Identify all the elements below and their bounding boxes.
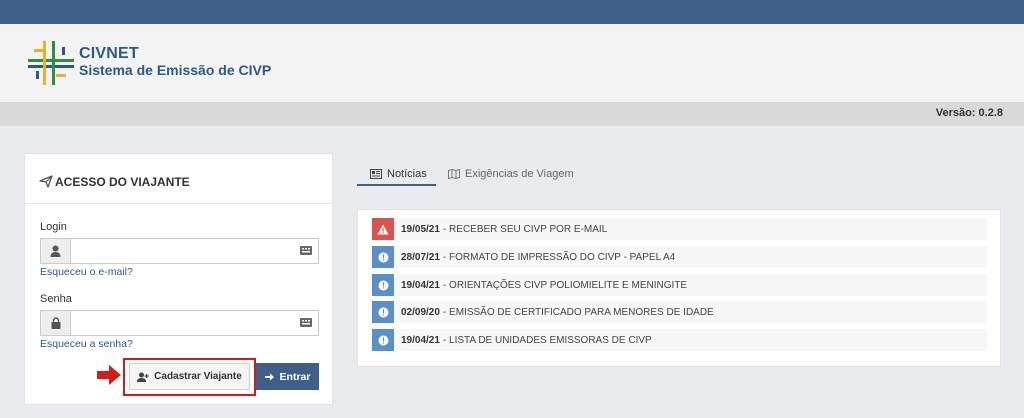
info-icon (372, 301, 394, 323)
lock-addon (41, 311, 71, 335)
news-panel: 19/05/21 - RECEBER SEU CIVP POR E-MAIL 2… (357, 209, 1001, 367)
tab-travel-requirements[interactable]: Exigências de Viagem (448, 161, 574, 186)
tab-news-label: Notícias (387, 167, 427, 180)
top-bar (0, 0, 1024, 24)
header: CIVNET Sistema de Emissão de CIVP (0, 24, 1024, 102)
news-date: 02/09/20 (401, 306, 440, 318)
login-input[interactable] (72, 239, 287, 263)
news-item[interactable]: 02/09/20 - EMISSÃO DE CERTIFICADO PARA M… (372, 301, 987, 323)
password-input[interactable] (72, 311, 287, 335)
news-title: - RECEBER SEU CIVP POR E-MAIL (442, 223, 608, 235)
version-bar: Versão: 0.2.8 (0, 102, 1024, 126)
lock-icon (51, 317, 60, 329)
info-icon (372, 329, 394, 351)
password-label: Senha (40, 293, 72, 305)
plane-icon (39, 175, 53, 188)
news-date: 28/07/21 (401, 251, 440, 263)
login-button[interactable]: Entrar (256, 363, 319, 390)
app-subtitle: Sistema de Emissão de CIVP (79, 62, 272, 78)
tab-requirements-label: Exigências de Viagem (465, 167, 574, 180)
news-title: - LISTA DE UNIDADES EMISSORAS DE CIVP (442, 334, 652, 346)
version-label: Versão: 0.2.8 (935, 107, 1003, 119)
info-icon (372, 274, 394, 296)
map-icon (448, 168, 460, 179)
register-traveler-button[interactable]: Cadastrar Viajante (129, 363, 250, 390)
news-date: 19/05/21 (401, 223, 440, 235)
add-user-icon (137, 372, 149, 382)
app-name: CIVNET (79, 45, 139, 62)
active-tab-indicator (357, 184, 436, 186)
red-arrow-icon (97, 365, 121, 385)
password-input-group (40, 310, 319, 336)
user-addon (41, 239, 71, 263)
login-input-group (40, 238, 319, 264)
news-item[interactable]: 19/04/21 - ORIENTAÇÕES CIVP POLIOMIELITE… (372, 274, 987, 296)
keyboard-icon[interactable] (300, 246, 312, 255)
forgot-password-link[interactable]: Esqueceu a senha? (40, 338, 133, 350)
traveler-access-panel: ACESSO DO VIAJANTE Login Esqueceu o e-ma… (24, 153, 333, 405)
user-icon (50, 245, 61, 257)
sign-in-icon (264, 373, 274, 380)
warning-icon (372, 218, 394, 240)
news-item[interactable]: 19/04/21 - LISTA DE UNIDADES EMISSORAS D… (372, 329, 987, 351)
news-title: - FORMATO DE IMPRESSÃO DO CIVP - PAPEL A… (442, 251, 676, 263)
news-item[interactable]: 28/07/21 - FORMATO DE IMPRESSÃO DO CIVP … (372, 246, 987, 268)
newspaper-icon (370, 168, 382, 179)
panel-header: ACESSO DO VIAJANTE (25, 154, 332, 204)
news-date: 19/04/21 (401, 334, 440, 346)
civnet-logo (28, 41, 74, 85)
register-button-label: Cadastrar Viajante (154, 371, 242, 382)
news-item[interactable]: 19/05/21 - RECEBER SEU CIVP POR E-MAIL (372, 218, 987, 240)
panel-title: ACESSO DO VIAJANTE (55, 175, 190, 189)
forgot-email-link[interactable]: Esqueceu o e-mail? (40, 266, 133, 278)
news-date: 19/04/21 (401, 279, 440, 291)
info-icon (372, 246, 394, 268)
news-title: - EMISSÃO DE CERTIFICADO PARA MENORES DE… (442, 306, 714, 318)
login-label: Login (40, 221, 67, 233)
keyboard-icon[interactable] (300, 318, 312, 327)
tab-news[interactable]: Notícias (370, 161, 427, 186)
login-button-label: Entrar (279, 370, 311, 383)
news-title: - ORIENTAÇÕES CIVP POLIOMIELITE E MENING… (442, 279, 688, 291)
